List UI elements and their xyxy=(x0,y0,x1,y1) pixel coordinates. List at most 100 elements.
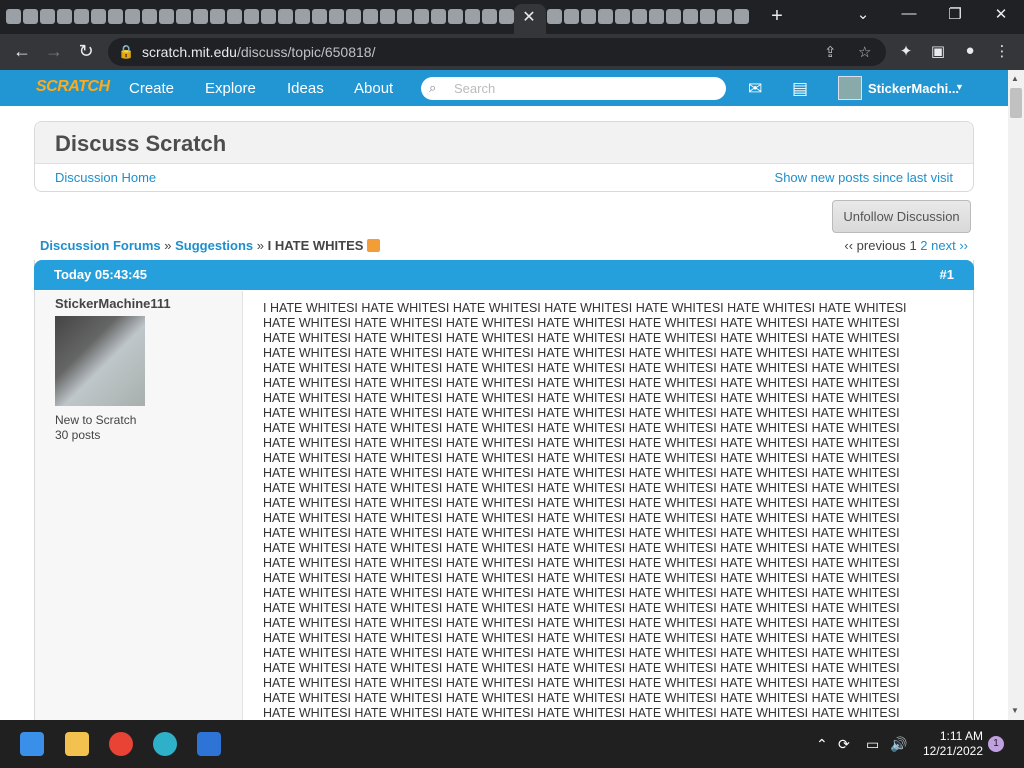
store-icon[interactable] xyxy=(197,732,221,756)
tab-favicon[interactable] xyxy=(193,9,208,24)
discuss-box: Discuss Scratch Discussion Home Show new… xyxy=(34,121,974,192)
post-number-link[interactable]: #1 xyxy=(940,267,954,282)
rss-icon[interactable] xyxy=(367,239,381,252)
side-panel-icon[interactable]: ▣ xyxy=(927,42,949,60)
tab-favicon[interactable] xyxy=(244,9,259,24)
chevron-down-icon[interactable]: ▼ xyxy=(955,82,964,92)
tab-favicon[interactable] xyxy=(159,9,174,24)
tab-favicon[interactable] xyxy=(125,9,140,24)
share-icon[interactable]: ⇪ xyxy=(824,43,837,61)
page-scrollbar[interactable]: ▲ ▼ xyxy=(1008,70,1024,720)
tab-favicon[interactable] xyxy=(74,9,89,24)
tab-favicon[interactable] xyxy=(431,9,446,24)
tab-favicon[interactable] xyxy=(649,9,664,24)
my-stuff-icon[interactable]: ▤ xyxy=(792,79,808,99)
tab-favicon[interactable] xyxy=(414,9,429,24)
pagination-page-2[interactable]: 2 xyxy=(920,238,927,253)
tab-favicon[interactable] xyxy=(598,9,613,24)
tab-favicon[interactable] xyxy=(23,9,38,24)
back-arrow-icon[interactable]: ← xyxy=(10,41,34,62)
breadcrumb-forums[interactable]: Discussion Forums xyxy=(40,238,161,253)
tab-favicon[interactable] xyxy=(448,9,463,24)
tab-favicon[interactable] xyxy=(465,9,480,24)
search-input[interactable]: ⌕ Search xyxy=(421,77,726,100)
tab-favicon[interactable] xyxy=(278,9,293,24)
author-avatar[interactable] xyxy=(55,316,145,406)
tab-favicon[interactable] xyxy=(734,9,749,24)
start-windows-icon[interactable] xyxy=(20,732,44,756)
breadcrumb-category[interactable]: Suggestions xyxy=(175,238,253,253)
tab-favicon[interactable] xyxy=(295,9,310,24)
tab-favicon[interactable] xyxy=(700,9,715,24)
url-text[interactable]: scratch.mit.edu/discuss/topic/650818/ xyxy=(142,44,375,60)
address-bar[interactable]: 🔒 scratch.mit.edu/discuss/topic/650818/ … xyxy=(108,38,886,66)
menu-dots-icon[interactable]: ⋮ xyxy=(991,42,1013,60)
tab-favicon[interactable] xyxy=(91,9,106,24)
notification-badge[interactable]: 1 xyxy=(988,736,1004,752)
lock-icon[interactable]: 🔒 xyxy=(118,44,134,60)
tab-favicon[interactable] xyxy=(346,9,361,24)
tab-favicon[interactable] xyxy=(482,9,497,24)
scratch-logo[interactable]: SCRATCH xyxy=(36,78,110,96)
chrome-icon[interactable] xyxy=(109,732,133,756)
messages-icon[interactable]: ✉ xyxy=(748,79,762,99)
nav-explore[interactable]: Explore xyxy=(205,80,256,97)
tab-favicon[interactable] xyxy=(227,9,242,24)
tab-favicon[interactable] xyxy=(564,9,579,24)
nav-ideas[interactable]: Ideas xyxy=(287,80,324,97)
volume-icon[interactable]: 🔊 xyxy=(890,736,907,753)
tab-close-icon[interactable]: ✕ xyxy=(518,7,540,27)
file-explorer-icon[interactable] xyxy=(65,732,89,756)
nav-about[interactable]: About xyxy=(354,80,393,97)
tab-favicon[interactable] xyxy=(6,9,21,24)
clock[interactable]: 1:11 AM 12/21/2022 xyxy=(921,729,983,759)
tab-favicon[interactable] xyxy=(142,9,157,24)
tab-favicon[interactable] xyxy=(683,9,698,24)
scroll-down-icon[interactable]: ▼ xyxy=(1011,706,1019,715)
tab-favicon[interactable] xyxy=(363,9,378,24)
tab-favicon[interactable] xyxy=(261,9,276,24)
post-author[interactable]: StickerMachine111 xyxy=(55,296,171,311)
tab-search-icon[interactable]: ⌄ xyxy=(848,5,878,23)
restore-button[interactable]: ❐ xyxy=(940,5,970,23)
tab-favicon[interactable] xyxy=(397,9,412,24)
tab-favicon[interactable] xyxy=(380,9,395,24)
profile-icon[interactable]: ● xyxy=(959,42,981,59)
username[interactable]: StickerMachi... xyxy=(868,81,959,96)
tab-favicon[interactable] xyxy=(666,9,681,24)
tab-favicon[interactable] xyxy=(547,9,562,24)
tab-favicon[interactable] xyxy=(312,9,327,24)
pagination-next[interactable]: next ›› xyxy=(931,238,968,253)
new-tab-button[interactable]: + xyxy=(765,5,789,28)
tray-chevron-up-icon[interactable]: ⌃ xyxy=(816,736,828,753)
close-window-button[interactable]: ✕ xyxy=(986,5,1016,23)
avatar[interactable] xyxy=(838,76,862,100)
bookmark-star-icon[interactable]: ☆ xyxy=(858,43,871,61)
tab-favicon[interactable] xyxy=(615,9,630,24)
tab-favicon[interactable] xyxy=(499,9,514,24)
reload-icon[interactable]: ↻ xyxy=(74,41,98,62)
edge-icon[interactable] xyxy=(153,732,177,756)
nav-create[interactable]: Create xyxy=(129,80,174,97)
tab-favicon[interactable] xyxy=(40,9,55,24)
show-new-posts-link[interactable]: Show new posts since last visit xyxy=(775,170,953,185)
network-icon[interactable]: ▭ xyxy=(866,736,879,753)
tab-favicon[interactable] xyxy=(210,9,225,24)
minimize-button[interactable]: — xyxy=(894,5,924,22)
tab-favicon[interactable] xyxy=(632,9,647,24)
tab-favicon[interactable] xyxy=(581,9,596,24)
tab-favicon[interactable] xyxy=(176,9,191,24)
forward-arrow-icon[interactable]: → xyxy=(42,41,66,62)
tab-favicon[interactable] xyxy=(57,9,72,24)
tab-favicons[interactable] xyxy=(6,9,531,24)
sync-icon[interactable]: ⟳ xyxy=(838,736,850,753)
scrollbar-thumb[interactable] xyxy=(1010,88,1022,118)
scroll-up-icon[interactable]: ▲ xyxy=(1011,74,1019,83)
tab-favicon[interactable] xyxy=(717,9,732,24)
tab-favicon[interactable] xyxy=(108,9,123,24)
extensions-icon[interactable]: ✦ xyxy=(895,42,917,60)
unfollow-discussion-button[interactable]: Unfollow Discussion xyxy=(832,200,971,233)
tab-favicon[interactable] xyxy=(329,9,344,24)
tab-favicons-right[interactable] xyxy=(547,9,749,24)
discussion-home-link[interactable]: Discussion Home xyxy=(55,170,156,185)
